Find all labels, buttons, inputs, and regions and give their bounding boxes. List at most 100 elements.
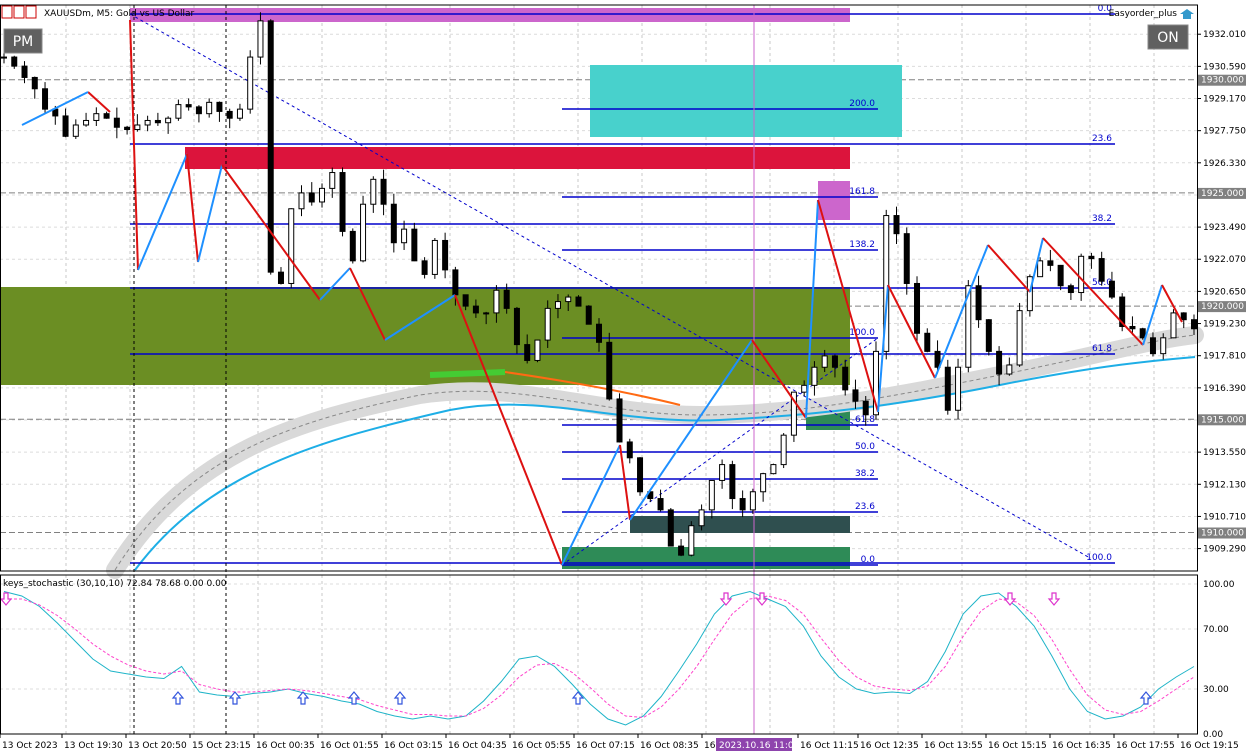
candle-body (257, 20, 264, 58)
candle-body (483, 312, 490, 315)
candle-body (893, 215, 900, 235)
candle-body (513, 307, 520, 346)
fib-ext-label: 200.0 (849, 99, 875, 109)
time-label: 15 Oct 23:15 (192, 741, 251, 751)
candle-body (852, 389, 859, 402)
fib-ext-label: 38.2 (855, 469, 875, 479)
candle-body (31, 76, 38, 90)
candle-body (1047, 260, 1054, 266)
candle-body (93, 113, 100, 121)
candle-body (329, 172, 336, 189)
pm-button[interactable]: PM (3, 28, 43, 54)
price-tick-label: 1909.290 (1203, 545, 1246, 555)
price-tick-label: 1923.490 (1203, 223, 1246, 233)
candle-body (216, 101, 223, 112)
candle-body (1057, 264, 1064, 287)
time-label: 16 Oct 04:35 (448, 741, 507, 751)
time-label: 16 Oct 17:55 (1116, 741, 1175, 751)
candle-body (616, 398, 623, 443)
candle-body (996, 350, 1003, 375)
fib-level-label: 38.2 (1092, 214, 1112, 224)
time-label: 16 Oct 08:35 (640, 741, 699, 751)
candle-body (165, 117, 172, 124)
price-tick-label: 1927.750 (1203, 127, 1246, 137)
candle-body (154, 119, 161, 124)
candle-body (1180, 312, 1187, 321)
candle-body (247, 56, 254, 110)
candle-body (277, 271, 284, 284)
candle-body (308, 192, 315, 203)
candle-body (11, 56, 18, 67)
candle-body (124, 126, 131, 131)
time-label: 13 Oct 19:30 (64, 741, 123, 751)
symbol-title: XAUUSDm, M5: Gold vs US Dollar (44, 9, 195, 19)
on-button-label: ON (1157, 30, 1179, 46)
osc-tick-label: 70.00 (1203, 625, 1229, 635)
candle-body (760, 473, 767, 493)
candle-body (442, 239, 449, 271)
candle-body (134, 124, 141, 131)
price-tick-label: 1913.550 (1203, 448, 1246, 458)
candle-body (319, 187, 326, 203)
price-badge: 1930.000 (1201, 76, 1244, 86)
candle-body (103, 113, 110, 119)
candle-body (1006, 364, 1013, 375)
pm-button-label: PM (13, 34, 34, 50)
trading-chart[interactable]: 0.0 23.6 38.2 50.0 61.8 100.0 200.0 161.8 138.2 1… (0, 0, 1253, 754)
candle-body (370, 178, 377, 205)
candle-body (534, 339, 541, 361)
candle-body (390, 203, 397, 244)
candle-body (1170, 312, 1177, 339)
candle-body (1108, 280, 1115, 298)
time-label: 16 Oct 16:35 (1052, 741, 1111, 751)
candle-body (667, 509, 674, 547)
on-button[interactable]: ON (1147, 24, 1189, 50)
candle-body (565, 296, 572, 303)
time-highlight: 2023.10.16 11:00 (719, 741, 800, 751)
candle-body (780, 434, 787, 466)
candle-body (821, 355, 828, 368)
candle-body (175, 104, 182, 119)
fib-ext-label: 138.2 (849, 240, 875, 250)
candle-body (503, 289, 510, 309)
fib-ext-label: 50.0 (855, 442, 875, 452)
fib-ext-label: 161.8 (849, 187, 875, 197)
price-tick-label: 1929.170 (1203, 95, 1246, 105)
candle-body (842, 366, 849, 391)
price-badge: 1925.000 (1201, 189, 1244, 199)
candle-body (719, 464, 726, 481)
candle-body (637, 457, 644, 493)
fib-level-label: 61.8 (1092, 344, 1112, 354)
candle-body (554, 301, 561, 309)
candle-body (914, 282, 921, 334)
candle-body (1191, 319, 1197, 330)
price-tick-label: 1917.810 (1203, 352, 1246, 362)
candle-body (349, 230, 356, 262)
candle-body (431, 239, 438, 275)
candle-body (924, 332, 931, 352)
candle-body (401, 228, 408, 244)
candle-body (862, 400, 869, 416)
time-label: 16 Oct 19:15 (1180, 741, 1239, 751)
candle-body (452, 269, 459, 296)
candle-body (729, 464, 736, 500)
price-tick-label: 1910.710 (1203, 512, 1246, 522)
candle-body (421, 260, 428, 275)
ea-name: Easyorder_plus (1109, 9, 1178, 19)
fib-ext-label: 0.0 (861, 555, 876, 565)
candle-body (1067, 285, 1074, 294)
candle-body (596, 323, 602, 343)
price-tick-label: 1919.230 (1203, 320, 1246, 330)
candle-body (1098, 258, 1105, 282)
candle-body (185, 104, 192, 108)
osc-tick-label: 100.00 (1203, 580, 1235, 590)
price-tick-label: 1920.650 (1203, 287, 1246, 297)
time-label: 13 Oct 20:50 (128, 741, 187, 751)
time-label: 16 Oct 07:15 (576, 741, 635, 751)
candle-body (339, 172, 346, 232)
price-tick-label: 1922.070 (1203, 255, 1246, 265)
time-label: 16 Oct 00:35 (256, 741, 315, 751)
time-label: 16 Oct 13:55 (924, 741, 983, 751)
candle-body (493, 289, 500, 314)
candle-body (708, 479, 715, 511)
